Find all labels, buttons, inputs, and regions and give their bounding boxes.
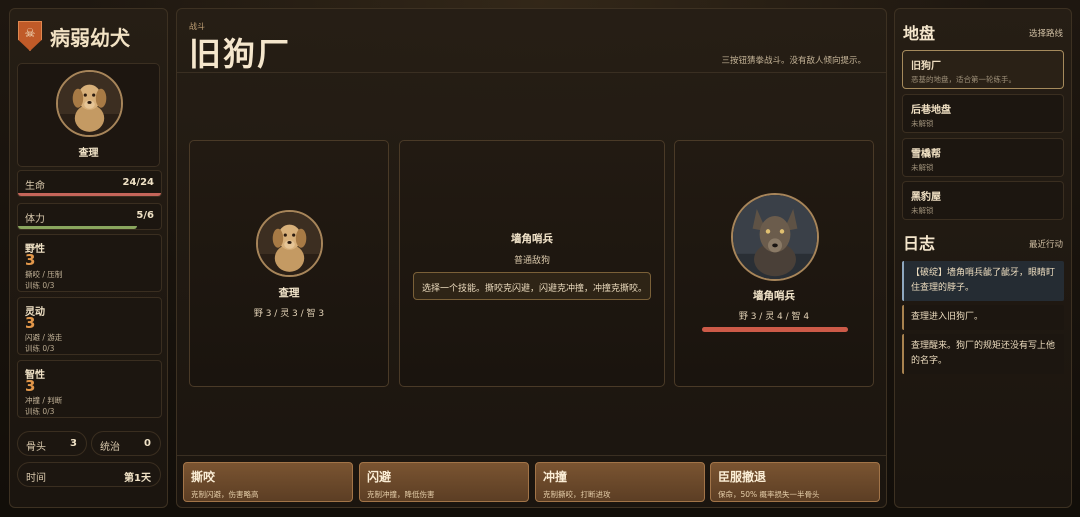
rule-counter: 统治 0	[91, 431, 161, 456]
action-title: 闪避	[367, 470, 392, 484]
battle-panel: 战斗 旧狗厂 三按钮猜拳战斗。没有敌人倾向提示。 查理 野 3 / 灵 3 / …	[176, 8, 887, 508]
attribute-agile: 灵动 3 闪避 / 游走 训练 0/3	[17, 297, 162, 355]
opponent-title: 墙角哨兵	[511, 233, 553, 245]
battle-hint: 三按钮猜拳战斗。没有敌人倾向提示。	[721, 56, 866, 66]
territory-title: 地盘	[903, 24, 936, 43]
action-desc: 克制撕咬，打断进攻	[543, 490, 611, 499]
dog-portrait-avatar	[56, 70, 123, 137]
route-back-alley[interactable]: 后巷地盘 未解锁	[902, 94, 1064, 133]
time-label: 时间	[26, 473, 46, 484]
attribute-train: 训练 0/3	[25, 344, 55, 353]
stamina-fill	[18, 226, 137, 229]
player-card: 查理 野 3 / 灵 3 / 智 3	[189, 140, 389, 387]
route-sled-gang[interactable]: 雪橇帮 未解锁	[902, 138, 1064, 177]
player-name: 查理	[278, 287, 300, 299]
rule-value: 0	[144, 438, 151, 449]
action-desc: 保命，50% 概率损失一半骨头	[718, 490, 820, 499]
battle-info-card: 墙角哨兵 普通敌狗 选择一个技能。撕咬克闪避，闪避克冲撞，冲撞克撕咬。	[399, 140, 665, 387]
action-title: 臣服撤退	[718, 470, 767, 484]
attribute-wild: 野性 3 撕咬 / 压制 训练 0/3	[17, 234, 162, 292]
divider	[177, 72, 886, 73]
attribute-desc: 闪避 / 游走	[25, 333, 63, 342]
character-header: ☠ 病弱幼犬	[18, 21, 130, 51]
enemy-stats: 野 3 / 灵 4 / 智 4	[738, 312, 810, 322]
hp-fill	[18, 193, 161, 196]
attribute-value: 3	[25, 314, 36, 332]
player-avatar	[256, 210, 323, 277]
dodge-button[interactable]: 闪避 克制冲撞，降低伤害	[359, 462, 529, 502]
action-desc: 克制闪避，伤害略高	[191, 490, 259, 499]
choose-route-link[interactable]: 选择路线	[1029, 27, 1063, 39]
attribute-train: 训练 0/3	[25, 407, 55, 416]
golden-puppy-image	[58, 72, 121, 135]
route-status: 恶基的地盘，适合第一轮练手。	[911, 75, 1016, 84]
time-counter: 时间 第1天	[17, 462, 161, 487]
route-name: 后巷地盘	[911, 105, 951, 116]
charge-button[interactable]: 冲撞 克制撕咬，打断进攻	[535, 462, 705, 502]
enemy-card: 墙角哨兵 野 3 / 灵 4 / 智 4	[674, 140, 874, 387]
bones-label: 骨头	[26, 442, 46, 453]
log-entry: 【破绽】墙角哨兵龇了龇牙，眼睛盯住查理的脖子。	[902, 261, 1064, 301]
attribute-value: 3	[25, 377, 36, 395]
stamina-bar: 体力 5/6	[17, 203, 162, 230]
side-panel: 地盘 选择路线 旧狗厂 恶基的地盘，适合第一轮练手。 后巷地盘 未解锁 雪橇帮 …	[894, 8, 1072, 508]
skull-emblem-icon: ☠	[18, 21, 42, 51]
hp-label: 生命	[25, 181, 45, 192]
bones-counter: 骨头 3	[17, 431, 87, 456]
hp-bar: 生命 24/24	[17, 170, 162, 197]
attribute-train: 训练 0/3	[25, 281, 55, 290]
bones-value: 3	[70, 438, 77, 449]
action-desc: 克制冲撞，降低伤害	[367, 490, 435, 499]
hp-value: 24/24	[122, 177, 154, 188]
rule-label: 统治	[100, 442, 120, 453]
bite-button[interactable]: 撕咬 克制闪避，伤害略高	[183, 462, 353, 502]
character-name: 病弱幼犬	[50, 25, 130, 50]
enemy-name: 墙角哨兵	[753, 290, 795, 302]
route-status: 未解锁	[911, 119, 934, 128]
attribute-value: 3	[25, 251, 36, 269]
character-panel: ☠ 病弱幼犬 查理 生命 24/24 体力 5/6 野性 3 撕咬 / 压制 训…	[9, 8, 168, 508]
attribute-desc: 撕咬 / 压制	[25, 270, 63, 279]
attribute-wit: 智性 3 冲撞 / 判断 训练 0/3	[17, 360, 162, 418]
battle-message: 选择一个技能。撕咬克闪避，闪避克冲撞，冲撞克撕咬。	[413, 272, 651, 300]
enemy-avatar	[731, 193, 819, 281]
stamina-value: 5/6	[136, 210, 154, 221]
portrait-name: 查理	[78, 148, 99, 159]
battle-title: 旧狗厂	[189, 35, 292, 73]
wolf-dog-image	[733, 195, 817, 279]
opponent-subtitle: 普通敌狗	[513, 256, 550, 266]
recent-actions-link[interactable]: 最近行动	[1029, 238, 1063, 250]
submit-retreat-button[interactable]: 臣服撤退 保命，50% 概率损失一半骨头	[710, 462, 880, 502]
enemy-hp-fill	[702, 327, 848, 332]
action-title: 撕咬	[191, 470, 216, 484]
stamina-label: 体力	[25, 214, 45, 225]
player-stats: 野 3 / 灵 3 / 智 3	[253, 309, 325, 319]
log-entry: 查理进入旧狗厂。	[902, 305, 1064, 330]
route-name: 旧狗厂	[911, 61, 941, 72]
attribute-desc: 冲撞 / 判断	[25, 396, 63, 405]
golden-puppy-image	[258, 212, 321, 275]
character-portrait-card: 查理	[17, 63, 160, 167]
journal-title: 日志	[903, 234, 936, 253]
route-status: 未解锁	[911, 206, 934, 215]
route-name: 雪橇帮	[911, 149, 941, 160]
route-status: 未解锁	[911, 163, 934, 172]
enemy-hp-bar	[702, 327, 848, 332]
time-value: 第1天	[124, 473, 151, 484]
route-old-dog-factory[interactable]: 旧狗厂 恶基的地盘，适合第一轮练手。	[902, 50, 1064, 89]
log-entry: 查理醒来。狗厂的规矩还没有写上他的名字。	[902, 334, 1064, 374]
action-title: 冲撞	[543, 470, 568, 484]
divider	[177, 455, 886, 456]
route-black-panther-house[interactable]: 黑豹屋 未解锁	[902, 181, 1064, 220]
route-name: 黑豹屋	[911, 192, 941, 203]
